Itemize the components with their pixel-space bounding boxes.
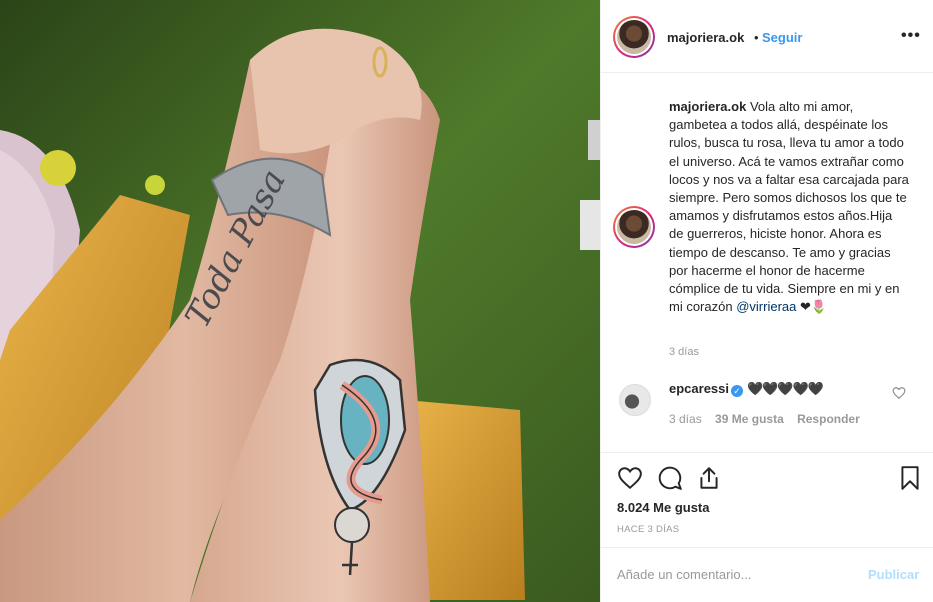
verified-icon: ✓ [731, 385, 743, 397]
post-timestamp[interactable]: HACE 3 DÍAS [617, 524, 679, 535]
comment-username[interactable]: epcaressi [669, 381, 729, 396]
share-icon[interactable] [696, 465, 722, 491]
caption-username[interactable]: majoriera.ok [669, 99, 746, 114]
commenter-avatar[interactable] [619, 384, 651, 416]
likes-count[interactable]: 8.024 Me gusta [617, 500, 710, 515]
post-side-panel: majoriera.ok • Seguir ••• majoriera.ok V… [600, 0, 933, 602]
action-bar [601, 452, 933, 490]
post-caption: majoriera.ok Vola alto mi amor, gambetea… [669, 98, 909, 316]
caption-time[interactable]: 3 días [669, 346, 699, 358]
caption-author-avatar[interactable] [613, 206, 655, 248]
avatar-ring [615, 208, 653, 246]
add-comment-bar: Añade un comentario... Publicar [601, 547, 933, 602]
heart-icon[interactable] [617, 465, 643, 491]
bookmark-icon[interactable] [897, 465, 923, 491]
header-separator: • [754, 30, 759, 45]
more-options-button[interactable]: ••• [901, 27, 921, 45]
avatar-ring [615, 18, 653, 56]
caption-mention[interactable]: @virrieraa [736, 299, 796, 314]
comment-meta: 3 días 39 Me gusta Responder [669, 412, 870, 426]
publish-button[interactable]: Publicar [868, 567, 919, 582]
comment-icon[interactable] [657, 465, 683, 491]
comment-text: 🖤🖤🖤🖤🖤 [747, 381, 824, 396]
avatar-image [617, 20, 651, 54]
post-header: majoriera.ok • Seguir ••• [601, 0, 933, 73]
author-avatar[interactable] [613, 16, 655, 58]
comment-time[interactable]: 3 días [669, 412, 702, 426]
instagram-post: Toda Pasa majoriera.ok • Seguir ••• majo… [0, 0, 933, 602]
caption-emoji: ❤🌷 [799, 299, 828, 315]
comment-likes[interactable]: 39 Me gusta [715, 412, 784, 426]
avatar-image [617, 210, 651, 244]
post-photo[interactable]: Toda Pasa [0, 0, 600, 602]
comment: epcaressi ✓ 🖤🖤🖤🖤🖤 [669, 381, 824, 397]
heart-outline-small-icon[interactable] [892, 386, 906, 400]
reply-button[interactable]: Responder [797, 412, 860, 426]
caption-text: Vola alto mi amor, gambetea a todos allá… [669, 99, 909, 315]
comment-input[interactable]: Añade un comentario... [617, 567, 751, 582]
follow-button[interactable]: Seguir [762, 30, 802, 45]
author-username[interactable]: majoriera.ok [667, 30, 744, 45]
photo-illustration: Toda Pasa [0, 0, 600, 602]
